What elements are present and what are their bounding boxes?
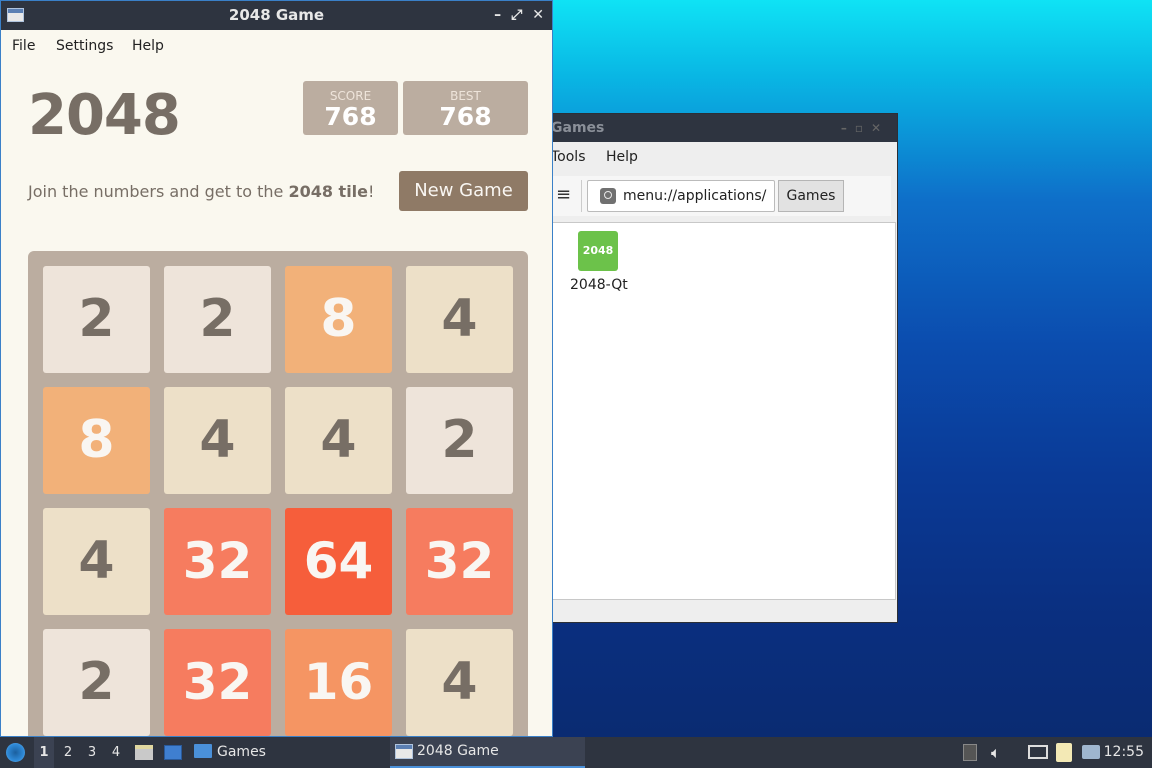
fm-file-view[interactable]: 2048 2048-Qt — [541, 222, 896, 600]
file-manager-launcher-icon[interactable] — [135, 745, 153, 760]
tile-r3-c2: 32 — [164, 508, 271, 615]
window-icon — [7, 8, 24, 22]
intro-bold: 2048 tile — [288, 182, 369, 201]
workspace-2[interactable]: 2 — [58, 737, 78, 768]
show-desktop-icon[interactable] — [164, 745, 182, 760]
intro-suffix: ! — [368, 182, 375, 201]
tile-r4-c1: 2 — [43, 629, 150, 736]
workspace-1[interactable]: 1 — [34, 737, 54, 768]
task-2048-label: 2048 Game — [417, 743, 499, 759]
tile-r1-c1: 2 — [43, 266, 150, 373]
game-board[interactable]: 2 2 8 4 8 4 4 2 4 32 64 32 2 32 16 4 — [28, 251, 528, 736]
maximize-icon[interactable]: ⤢ — [511, 7, 522, 23]
tile-r2-c2: 4 — [164, 387, 271, 494]
menu-file[interactable]: File — [12, 38, 35, 54]
game-window[interactable]: 2048 Game – ⤢ ✕ File Settings Help 2048 SC… — [0, 0, 553, 737]
location-text: menu://applications/ — [623, 188, 767, 204]
app-2048-icon[interactable]: 2048 — [578, 231, 618, 271]
menu-settings[interactable]: Settings — [56, 38, 113, 54]
volume-icon[interactable]: 🔈︎ — [991, 737, 1001, 768]
breadcrumb-games-button[interactable]: Games — [778, 180, 844, 212]
fm-titlebar[interactable]: Games –▫✕ — [541, 114, 897, 142]
tile-r1-c2: 2 — [164, 266, 271, 373]
intro-text: Join the numbers and get to the 2048 til… — [28, 182, 374, 201]
tile-r3-c4: 32 — [406, 508, 513, 615]
network-icon[interactable] — [1028, 745, 1048, 759]
tile-r1-c4: 4 — [406, 266, 513, 373]
fm-title: Games — [551, 120, 605, 136]
tile-r1-c3: 8 — [285, 266, 392, 373]
best-box: BEST 768 — [403, 81, 528, 135]
tile-r2-c3: 4 — [285, 387, 392, 494]
app-2048-label[interactable]: 2048-Qt — [570, 277, 628, 293]
location-input[interactable]: menu://applications/ — [587, 180, 775, 212]
tile-r4-c3: 16 — [285, 629, 392, 736]
taskbar-task-2048[interactable]: 2048 Game — [390, 737, 585, 768]
menu-help[interactable]: Help — [132, 38, 164, 54]
fm-menubar: Tools Help — [541, 144, 897, 170]
workspace-4[interactable]: 4 — [106, 737, 126, 768]
window-icon — [395, 744, 413, 759]
taskbar: 1 2 3 4 Games 2048 Game 🔈︎ 12:55 — [0, 737, 1152, 768]
tile-r4-c4: 4 — [406, 629, 513, 736]
fm-menu-help[interactable]: Help — [606, 149, 638, 165]
tile-r3-c3: 64 — [285, 508, 392, 615]
tile-r2-c1: 8 — [43, 387, 150, 494]
tray-expand-icon[interactable] — [963, 744, 977, 761]
clock[interactable]: 12:55 — [1104, 737, 1144, 768]
tile-r4-c2: 32 — [164, 629, 271, 736]
file-manager-window[interactable]: Games –▫✕ Tools Help ≡ menu://applicatio… — [540, 113, 898, 623]
score-label: SCORE — [329, 89, 372, 103]
game-title: 2048 — [28, 83, 181, 148]
folder-icon — [194, 744, 212, 758]
score-box: SCORE 768 — [303, 81, 398, 135]
fm-toolbar: ≡ menu://applications/ Games — [541, 176, 891, 216]
intro-prefix: Join the numbers and get to the — [28, 182, 289, 201]
best-value: 768 — [439, 102, 492, 131]
score-value: 768 — [324, 102, 377, 131]
fm-window-controls[interactable]: –▫✕ — [841, 114, 889, 142]
game-menubar: File Settings Help — [1, 31, 552, 61]
tile-r2-c4: 2 — [406, 387, 513, 494]
toolbar-divider — [581, 180, 582, 212]
best-label: BEST — [450, 89, 481, 103]
task-games-label: Games — [217, 744, 266, 760]
notification-icon[interactable] — [1082, 745, 1100, 759]
clipboard-icon[interactable] — [1056, 743, 1072, 762]
game-titlebar[interactable]: 2048 Game – ⤢ ✕ — [1, 1, 552, 30]
start-menu-icon[interactable] — [6, 743, 25, 762]
hamburger-menu-icon[interactable]: ≡ — [556, 184, 571, 205]
close-icon[interactable]: ✕ — [532, 7, 544, 23]
tile-r3-c1: 4 — [43, 508, 150, 615]
minimize-icon[interactable]: – — [494, 7, 501, 23]
new-game-button[interactable]: New Game — [399, 171, 528, 211]
game-window-controls: – ⤢ ✕ — [484, 1, 544, 30]
search-icon — [600, 188, 616, 204]
workspace-3[interactable]: 3 — [82, 737, 102, 768]
fm-menu-tools[interactable]: Tools — [551, 149, 586, 165]
taskbar-task-games[interactable]: Games — [194, 737, 266, 768]
game-window-title: 2048 Game — [228, 6, 325, 24]
